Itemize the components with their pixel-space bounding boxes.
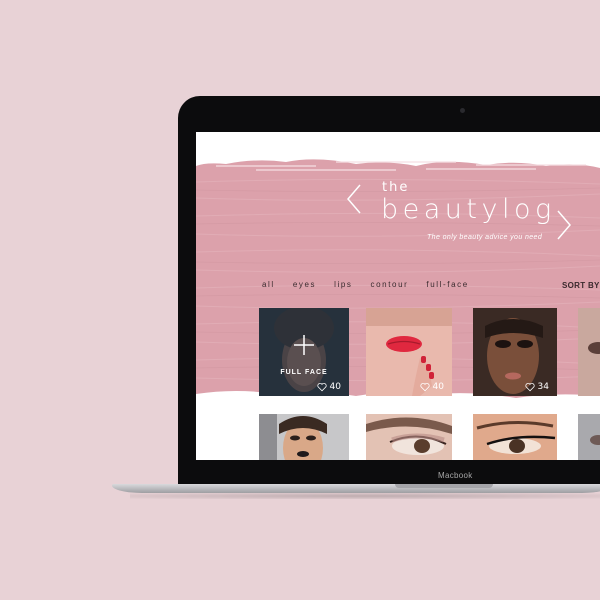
laptop-shadow	[130, 493, 600, 499]
post-card-row2-2[interactable]	[366, 414, 452, 460]
post-card-eyes[interactable]: 34	[473, 308, 557, 396]
like-counter[interactable]: 34	[524, 382, 549, 392]
post-thumbnail	[578, 308, 600, 396]
like-count: 34	[537, 382, 549, 392]
logo-prefix: the	[382, 180, 410, 195]
nav-item-full-face[interactable]: full-face	[426, 280, 468, 289]
like-counter[interactable]: 40	[419, 382, 444, 392]
like-count: 40	[432, 382, 444, 392]
post-card-row2-4[interactable]	[578, 414, 600, 460]
nav-item-lips[interactable]: lips	[334, 280, 352, 289]
like-counter[interactable]: 40	[316, 382, 341, 392]
chevron-right-icon[interactable]	[556, 208, 572, 248]
heart-icon[interactable]	[524, 382, 535, 392]
post-thumbnail	[366, 414, 452, 460]
heart-icon[interactable]	[419, 382, 430, 392]
post-card-row2-3[interactable]	[473, 414, 557, 460]
nav-item-all[interactable]: all	[262, 280, 275, 289]
sort-by-button[interactable]: SORT BY |	[562, 281, 600, 290]
laptop-notch	[395, 484, 493, 488]
brush-edge-top	[196, 132, 600, 171]
site-logo[interactable]: beautylog	[381, 194, 556, 225]
plus-icon[interactable]	[293, 334, 315, 356]
post-thumbnail	[259, 414, 349, 460]
category-nav: all eyes lips contour full-face	[262, 280, 487, 289]
laptop-base	[112, 484, 600, 493]
chevron-left-icon[interactable]	[346, 182, 362, 222]
nav-item-eyes[interactable]: eyes	[293, 280, 316, 289]
post-card-lips[interactable]: 40	[366, 308, 452, 396]
post-card-full-face[interactable]: FULL FACE 40	[259, 308, 349, 396]
post-card-row2-1[interactable]	[259, 414, 349, 460]
site-tagline: The only beauty advice you need	[427, 234, 543, 241]
sort-by-label: SORT BY	[562, 281, 600, 290]
like-count: 40	[329, 382, 341, 392]
post-thumbnail	[578, 414, 600, 460]
laptop-screen: the beautylog The only beauty advice you…	[196, 132, 600, 460]
heart-icon[interactable]	[316, 382, 327, 392]
nav-item-contour[interactable]: contour	[371, 280, 409, 289]
device-label: Macbook	[438, 471, 473, 480]
post-category-label: FULL FACE	[280, 369, 328, 376]
camera-icon	[460, 108, 465, 113]
post-thumbnail	[473, 414, 557, 460]
post-card-partial[interactable]	[578, 308, 600, 396]
